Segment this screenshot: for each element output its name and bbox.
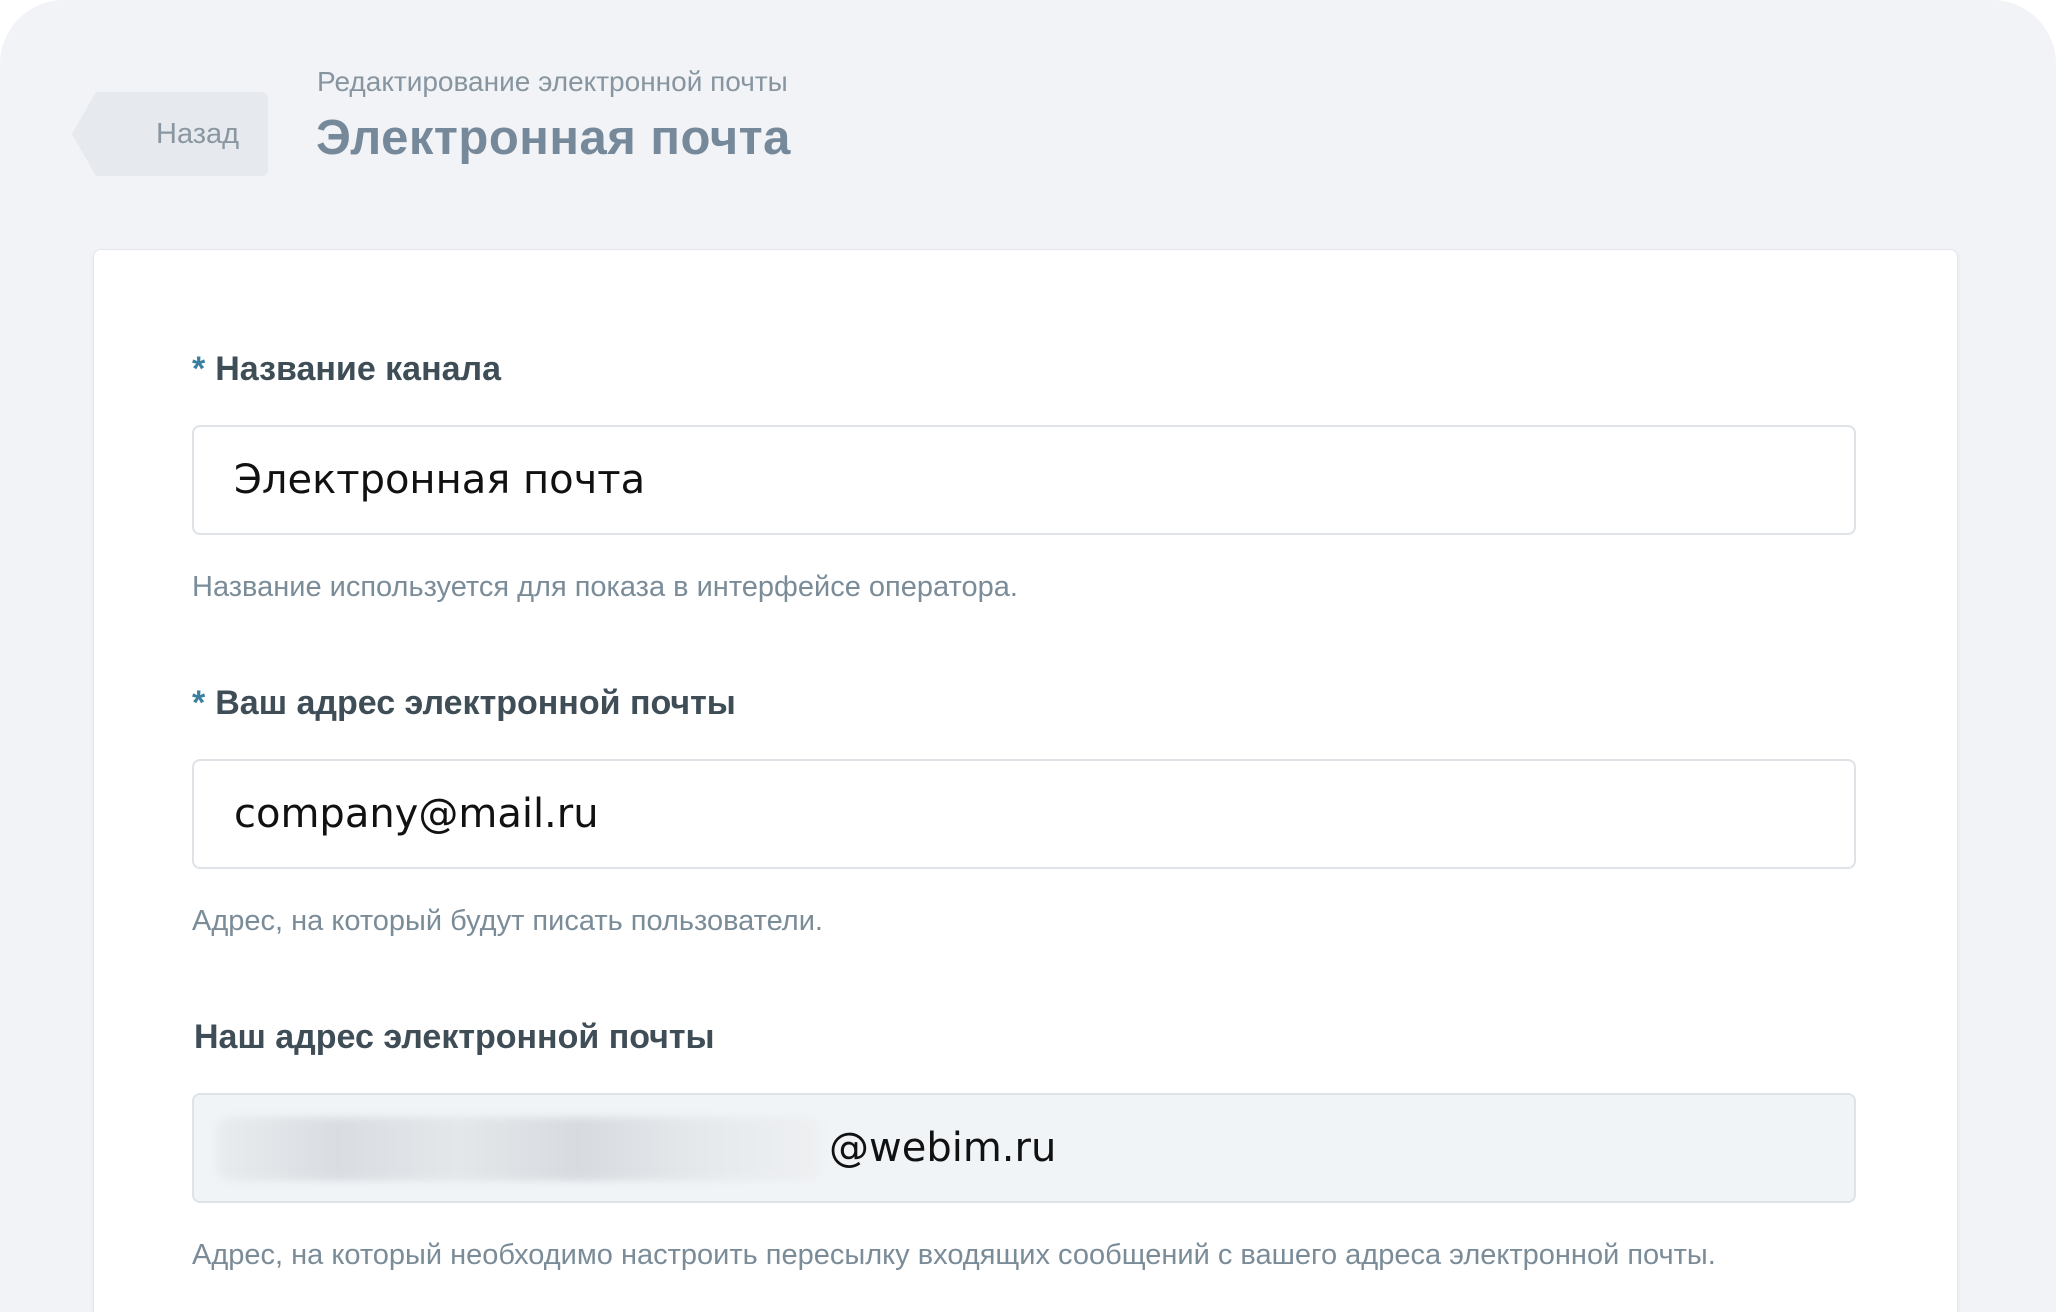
our-email-field: @webim.ru [192, 1093, 1856, 1203]
settings-card: * Название канала Электронная почта Назва… [93, 249, 1958, 1312]
your-email-hint: Адрес, на который будут писать пользоват… [192, 905, 823, 937]
required-marker: * [192, 684, 206, 722]
our-email-domain: @webim.ru [829, 1125, 1057, 1171]
channel-name-label-text: Название канала [215, 350, 502, 388]
back-button-label: Назад [156, 118, 240, 150]
our-email-label: Наш адрес электронной почты [194, 1018, 715, 1056]
page-subtitle: Редактирование электронной почты [317, 66, 788, 97]
channel-name-value: Электронная почта [234, 457, 646, 503]
masked-address-prefix [216, 1117, 822, 1181]
required-marker: * [192, 350, 206, 388]
page-title: Электронная почта [316, 111, 791, 165]
your-email-input[interactable]: company@mail.ru [192, 759, 1856, 869]
channel-name-label: * Название канала [192, 350, 501, 389]
app-window: Назад Редактирование электронной почты Э… [0, 0, 2056, 1312]
your-email-label-text: Ваш адрес электронной почты [215, 684, 736, 722]
channel-name-hint: Название используется для показа в интер… [192, 571, 1018, 603]
channel-name-input[interactable]: Электронная почта [192, 425, 1856, 535]
back-button[interactable]: Назад [72, 92, 268, 176]
your-email-label: * Ваш адрес электронной почты [192, 684, 736, 723]
our-email-hint: Адрес, на который необходимо настроить п… [192, 1239, 1716, 1271]
your-email-value: company@mail.ru [234, 791, 599, 837]
